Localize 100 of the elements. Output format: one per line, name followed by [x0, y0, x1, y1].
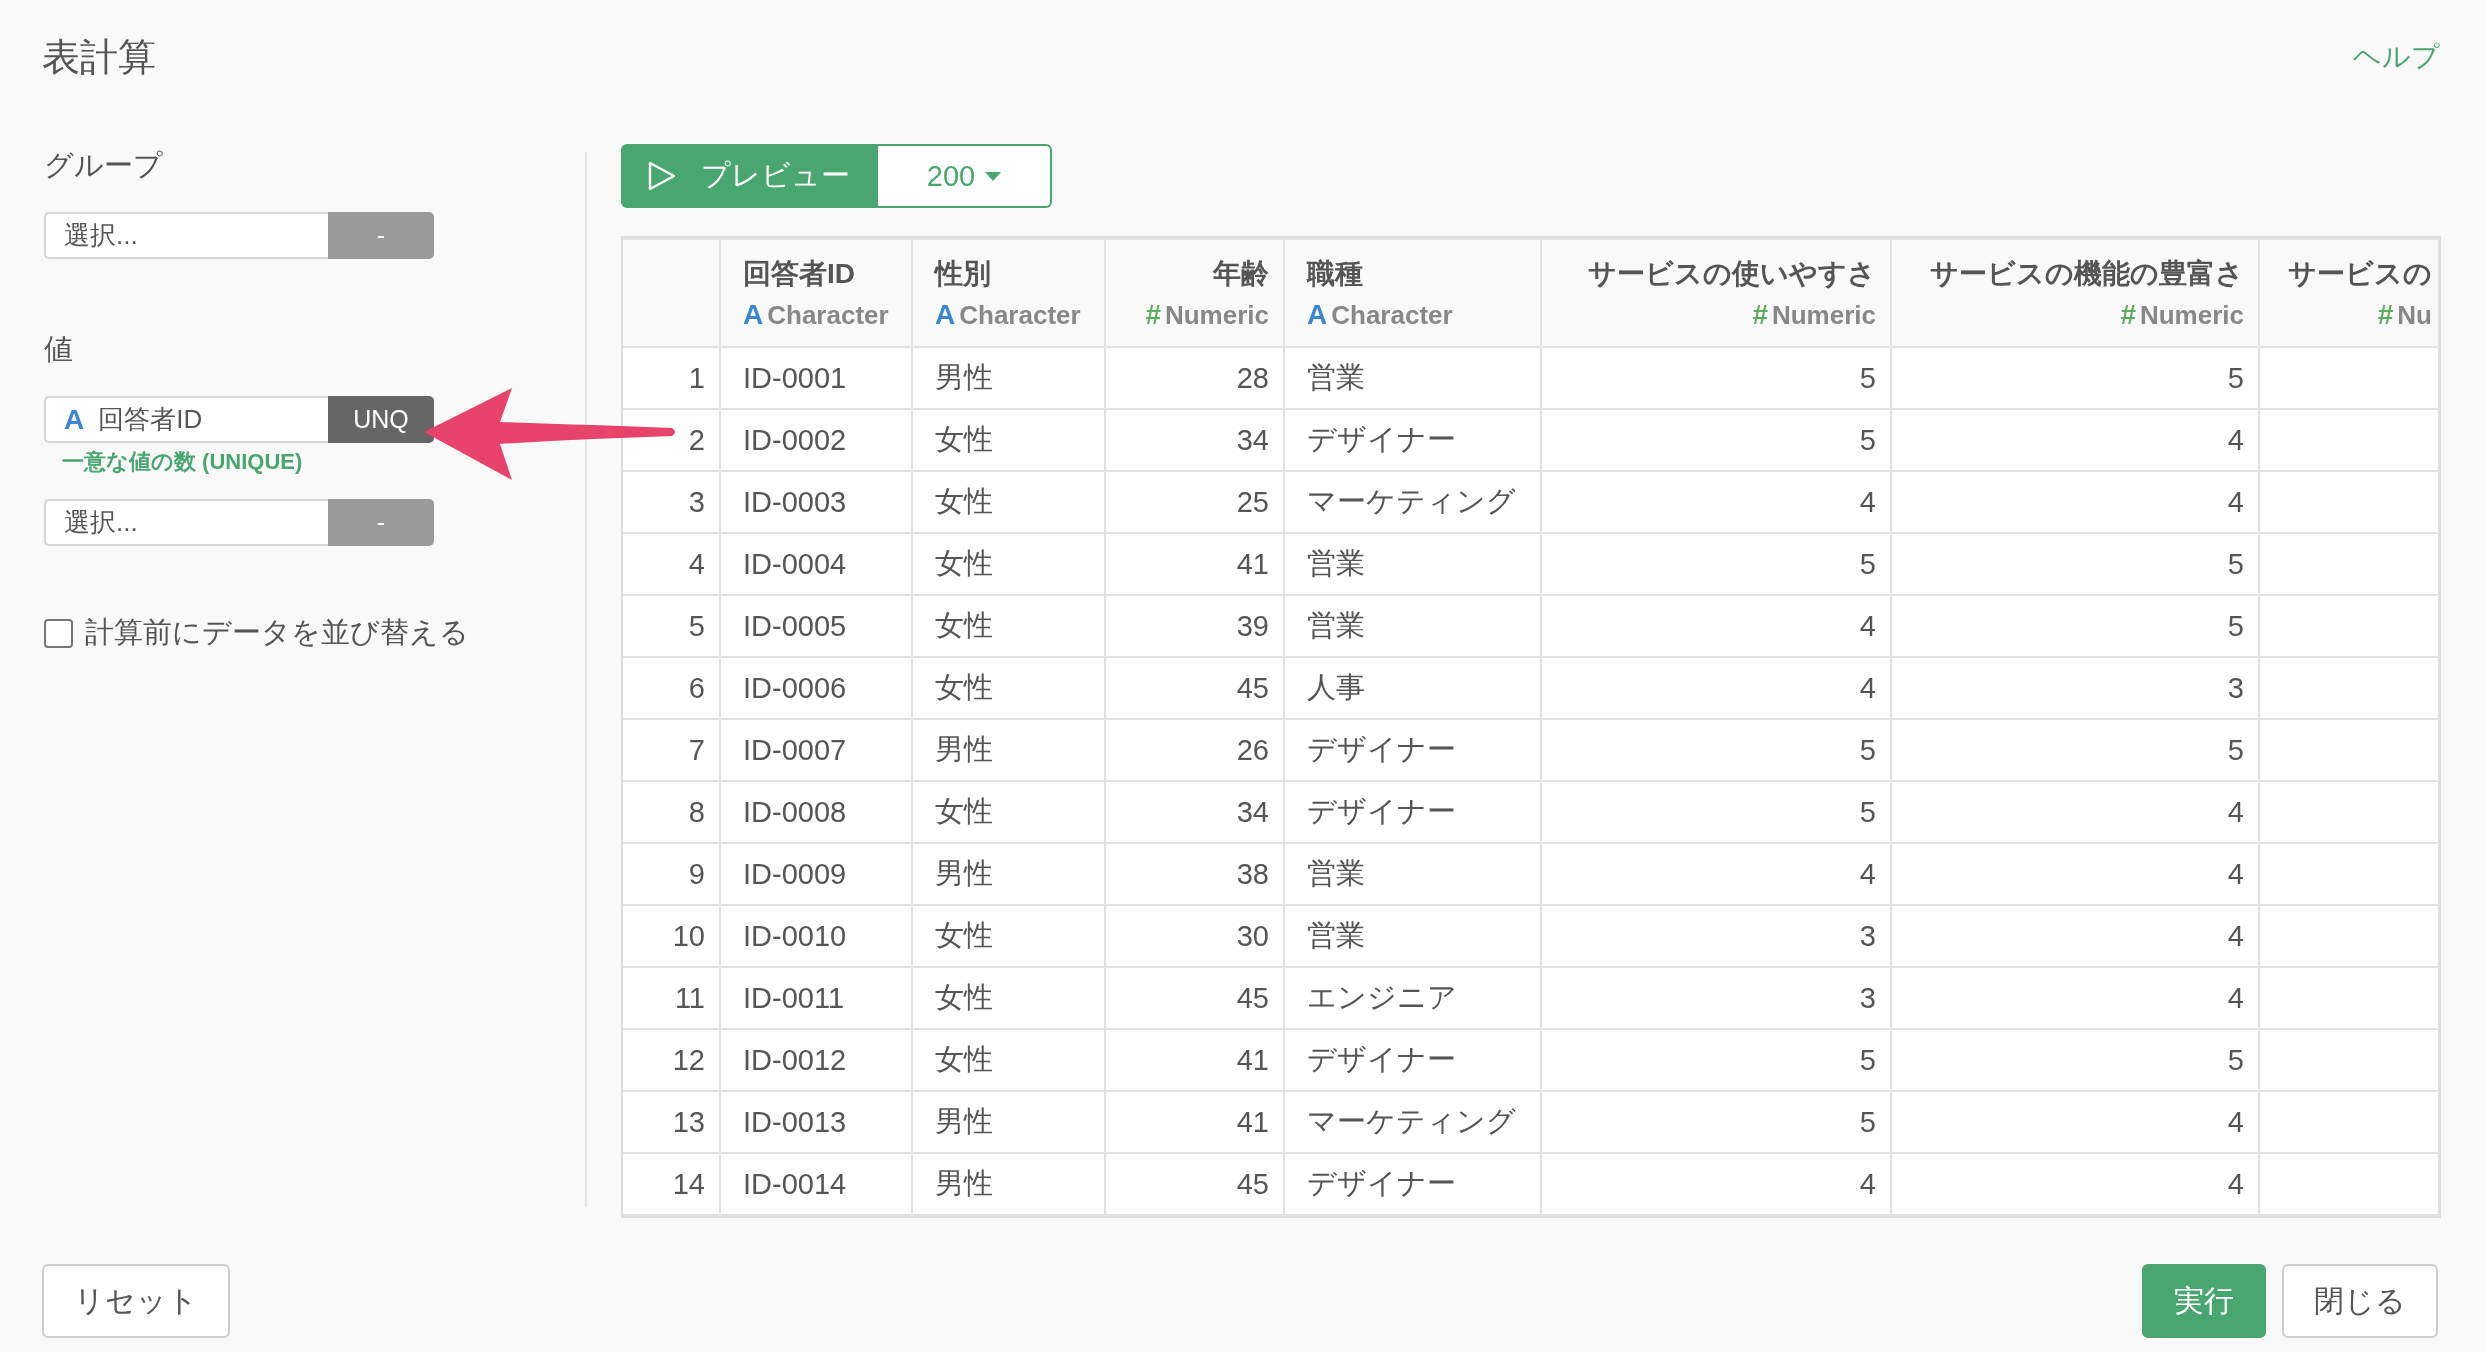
- table-cell: 4: [1891, 1091, 2259, 1153]
- table-cell: 営業: [1284, 533, 1541, 595]
- table-cell: 41: [1105, 1029, 1284, 1091]
- row-number: 7: [623, 719, 720, 781]
- table-cell: 39: [1105, 595, 1284, 657]
- column-header[interactable]: 年齢 #Numeric: [1105, 239, 1284, 347]
- table-cell: ID-0009: [720, 843, 912, 905]
- column-type: Character: [959, 300, 1081, 330]
- aggregate-button[interactable]: UNQ: [328, 396, 434, 443]
- table-cell: 女性: [912, 967, 1105, 1029]
- table-cell: 5: [1891, 595, 2259, 657]
- column-name: サービスの: [2287, 257, 2432, 291]
- column-header[interactable]: サービスの使いやすさ #Numeric: [1541, 239, 1891, 347]
- table-cell: ID-0007: [720, 719, 912, 781]
- table-cell: 男性: [912, 1091, 1105, 1153]
- row-number: 6: [623, 657, 720, 719]
- table-cell: 5: [1891, 719, 2259, 781]
- table-cell: 5: [1541, 1091, 1891, 1153]
- row-number: 8: [623, 781, 720, 843]
- column-header[interactable]: サービスの #Nu: [2259, 239, 2439, 347]
- table-cell: 女性: [912, 471, 1105, 533]
- table-cell: 女性: [912, 533, 1105, 595]
- table-cell: 女性: [912, 781, 1105, 843]
- checkbox[interactable]: [44, 618, 73, 648]
- select-field[interactable]: A 回答者ID: [44, 396, 328, 443]
- table-cell: 5: [1541, 409, 1891, 471]
- column-type: Numeric: [2139, 300, 2244, 330]
- row-number: 1: [623, 347, 720, 409]
- table-cell: 男性: [912, 843, 1105, 905]
- play-icon: [647, 160, 677, 192]
- select-field[interactable]: 選択...: [44, 212, 328, 259]
- table-cell: 女性: [912, 1029, 1105, 1091]
- table-cell: 5: [1891, 1029, 2259, 1091]
- table-cell: ID-0014: [720, 1153, 912, 1215]
- function-caption: 一意な値の数 (UNIQUE): [61, 448, 304, 476]
- table-cell: 4: [1541, 843, 1891, 905]
- column-type: Numeric: [1771, 300, 1876, 330]
- field-placeholder: 選択...: [64, 219, 138, 252]
- table-cell: 5: [1541, 1029, 1891, 1091]
- column-header[interactable]: 職種 ACharacter: [1284, 239, 1541, 347]
- table-cell: ID-0012: [720, 1029, 912, 1091]
- table-cell: 5: [1891, 347, 2259, 409]
- column-header[interactable]: サービスの機能の豊富さ #Numeric: [1891, 239, 2259, 347]
- table-cell: 45: [1105, 967, 1284, 1029]
- column-header[interactable]: 性別 ACharacter: [912, 239, 1105, 347]
- column-header[interactable]: 回答者ID ACharacter: [720, 239, 912, 347]
- row-number: 4: [623, 533, 720, 595]
- table-cell: デザイナー: [1284, 1153, 1541, 1215]
- type-icon: A: [64, 403, 85, 436]
- table-cell: 4: [1891, 471, 2259, 533]
- type-icon: A: [1307, 299, 1328, 330]
- column-type: Nu: [2397, 300, 2432, 330]
- table-cell: 38: [1105, 843, 1284, 905]
- type-icon: #: [2120, 299, 2136, 330]
- table-cell: ID-0008: [720, 781, 912, 843]
- table-cell: 5: [1541, 781, 1891, 843]
- table-cell: 28: [1105, 347, 1284, 409]
- table-cell: 4: [1541, 595, 1891, 657]
- type-icon: #: [1752, 299, 1768, 330]
- table-cell: ID-0003: [720, 471, 912, 533]
- table-cell: 営業: [1284, 905, 1541, 967]
- table-cell: 41: [1105, 1091, 1284, 1153]
- table-cell: ID-0004: [720, 533, 912, 595]
- row-number: 11: [623, 967, 720, 1029]
- caret-icon: [985, 171, 1002, 181]
- select-field[interactable]: 選択...: [44, 499, 328, 546]
- row-number: 5: [623, 595, 720, 657]
- table-cell: 45: [1105, 657, 1284, 719]
- table-cell: 4: [1891, 905, 2259, 967]
- column-type: Character: [1331, 300, 1453, 330]
- checkbox-label: 計算前にデータを並び替える: [85, 615, 469, 650]
- type-icon: #: [1145, 299, 1161, 330]
- table-cell: マーケティング: [1284, 471, 1541, 533]
- field-value: 回答者ID: [98, 403, 203, 436]
- table-cell: エンジニア: [1284, 967, 1541, 1029]
- table-cell: 営業: [1284, 595, 1541, 657]
- row-number: 10: [623, 905, 720, 967]
- table-cell: 女性: [912, 409, 1105, 471]
- table-cell: 5: [1541, 719, 1891, 781]
- table-cell: 5: [1891, 533, 2259, 595]
- type-icon: A: [935, 299, 956, 330]
- table-cell: 4: [1891, 967, 2259, 1029]
- table-cell: 4: [1541, 657, 1891, 719]
- table-cell: ID-0013: [720, 1091, 912, 1153]
- table-cell: 25: [1105, 471, 1284, 533]
- type-icon: #: [2377, 299, 2394, 330]
- footer-button[interactable]: リセット: [42, 1264, 230, 1338]
- row-number: 3: [623, 471, 720, 533]
- column-name: 回答者ID: [743, 257, 856, 291]
- column-name: 性別: [935, 257, 992, 291]
- table-cell: 26: [1105, 719, 1284, 781]
- table-cell: 30: [1105, 905, 1284, 967]
- column-name: 年齢: [1211, 257, 1269, 291]
- table-cell: 45: [1105, 1153, 1284, 1215]
- footer-button[interactable]: 閉じる: [2282, 1264, 2438, 1338]
- row-number: 14: [623, 1153, 720, 1215]
- section-label: グループ: [44, 148, 164, 183]
- table-cell: 4: [1891, 1153, 2259, 1215]
- table-cell: 男性: [912, 347, 1105, 409]
- table-cell: ID-0005: [720, 595, 912, 657]
